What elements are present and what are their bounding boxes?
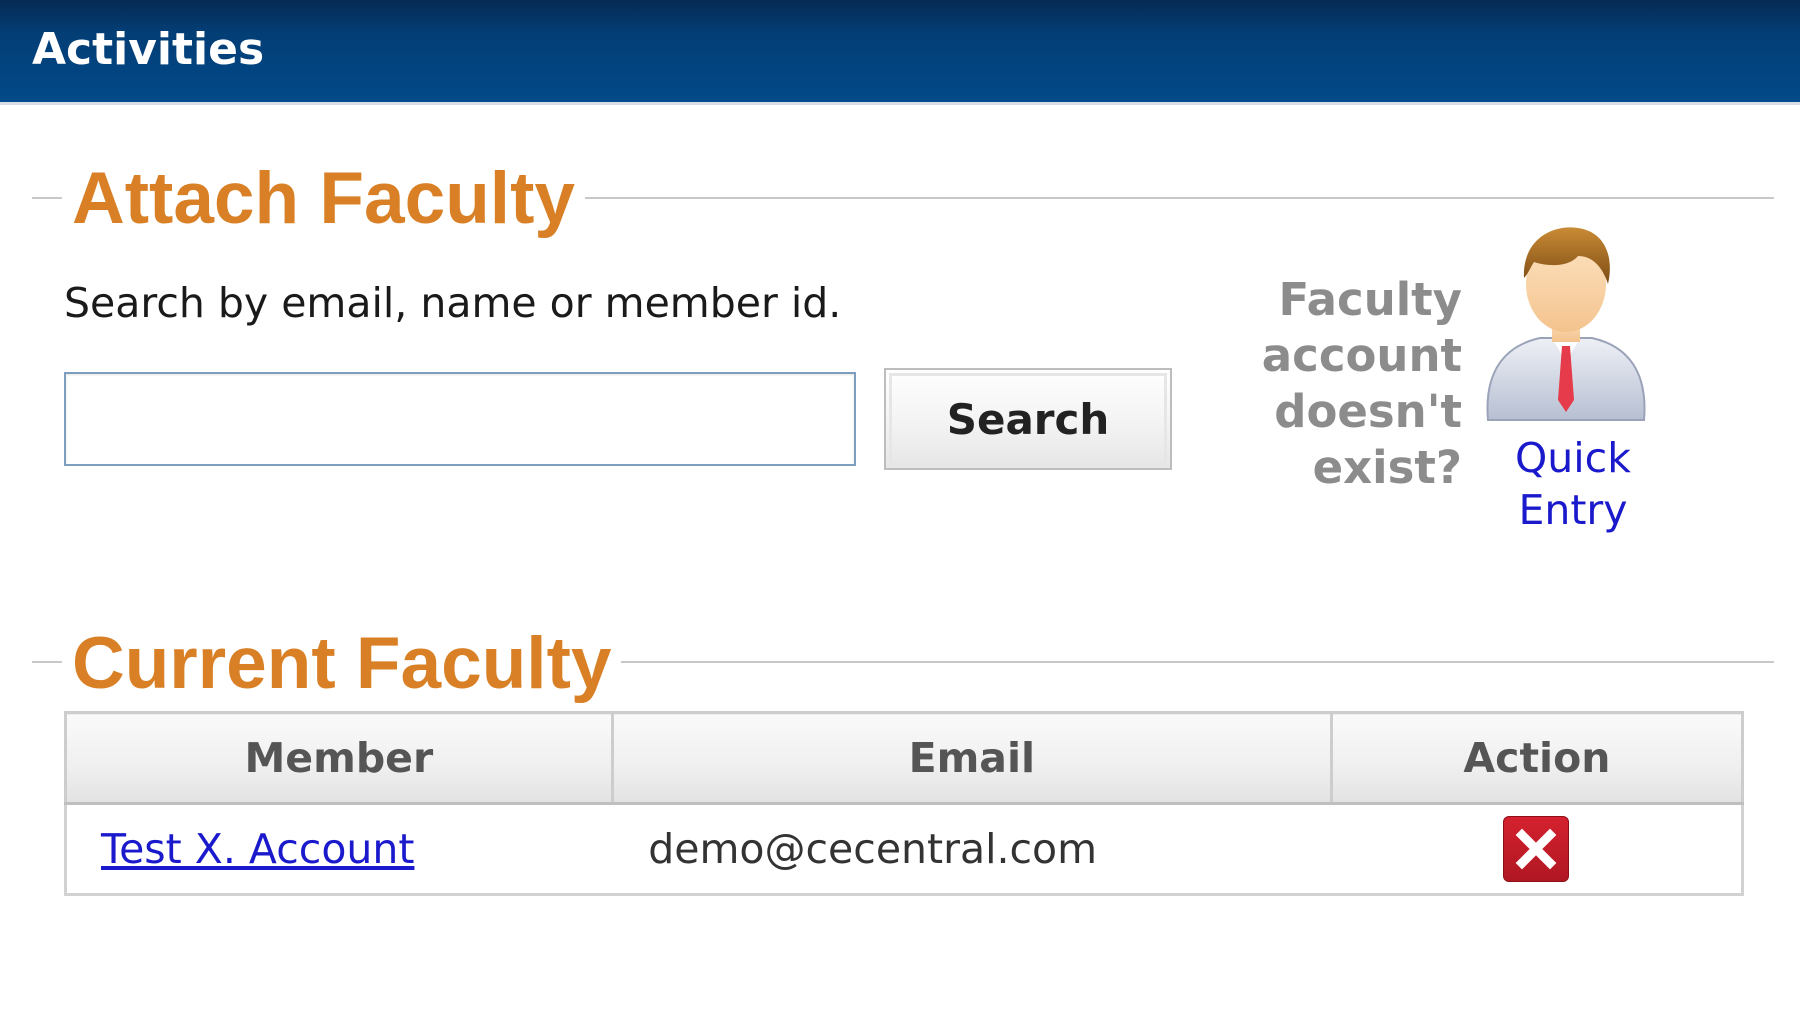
attach-faculty-heading: Attach Faculty (62, 162, 585, 235)
quick-entry-prompt: Faculty account doesn't exist? (1230, 272, 1462, 496)
search-instruction: Search by email, name or member id. (64, 279, 842, 327)
column-header-action[interactable]: Action (1329, 711, 1745, 805)
close-x-icon (1515, 828, 1557, 870)
quick-entry-prompt-line: Faculty (1278, 273, 1462, 326)
member-link[interactable]: Test X. Account (67, 825, 414, 873)
member-cell: Test X. Account (65, 803, 613, 895)
quick-entry-link-line[interactable]: Entry (1488, 484, 1658, 536)
person-avatar-icon[interactable] (1474, 222, 1658, 422)
quick-entry-prompt-line: doesn't (1274, 385, 1462, 438)
page-title: Activities (32, 24, 265, 75)
current-faculty-heading: Current Faculty (62, 627, 622, 700)
email-cell: demo@cecentral.com (612, 803, 1332, 895)
remove-faculty-button[interactable] (1503, 816, 1570, 882)
quick-entry-prompt-line: account (1261, 329, 1462, 382)
table-header-row: Member Email Action (64, 711, 1745, 805)
table-row: Test X. Account demo@cecentral.com (65, 803, 1743, 895)
column-header-email[interactable]: Email (610, 711, 1333, 805)
quick-entry-link[interactable]: Quick Entry (1488, 432, 1658, 536)
column-header-member[interactable]: Member (64, 711, 614, 805)
faculty-table: Member Email Action Test X. Account demo… (64, 711, 1745, 896)
quick-entry-link-line[interactable]: Quick (1488, 432, 1658, 484)
quick-entry-prompt-line: exist? (1312, 441, 1462, 494)
action-cell (1331, 803, 1743, 895)
search-button[interactable]: Search (884, 368, 1172, 470)
title-bar: Activities (0, 0, 1800, 105)
search-input[interactable] (64, 372, 856, 466)
